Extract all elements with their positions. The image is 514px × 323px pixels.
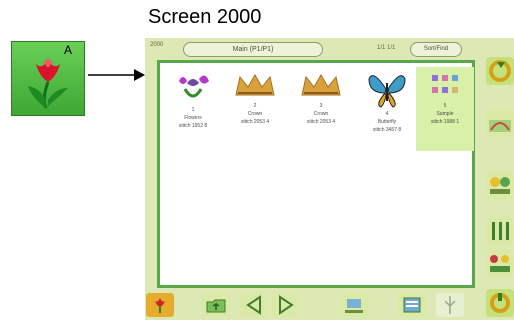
item-number: 4 <box>385 111 389 117</box>
flowers-design-icon <box>179 75 209 98</box>
item-name: Butterfly <box>377 119 397 125</box>
item-stitch: stitch 2053 4 <box>240 119 270 125</box>
sort-button[interactable]: Sort/Find <box>410 42 462 57</box>
side-thread-button[interactable] <box>485 216 514 246</box>
refresh-icon <box>486 57 514 85</box>
side-refresh-button[interactable] <box>485 56 514 86</box>
move-icon <box>340 293 368 317</box>
item-number: 2 <box>253 103 257 109</box>
top-bar: 2000 Main (P1/P1) 1/1 1/1 Sort/Find <box>145 38 485 60</box>
screen-2000: 2000 Main (P1/P1) 1/1 1/1 Sort/Find 1 Fl… <box>145 38 514 320</box>
item-name: Flowers <box>184 115 202 121</box>
item-number: 3 <box>319 103 323 109</box>
item-stitch: stitch 1988 1 <box>430 119 460 125</box>
design-list: 1 Flowers stitch 1952 8 2 Crown stitch 2… <box>157 60 475 288</box>
settings-icon <box>486 289 514 317</box>
next-page-icon <box>272 293 300 317</box>
tulip-icon <box>146 293 174 317</box>
item-stitch: stitch 2053 4 <box>306 119 336 125</box>
design-item-sample[interactable]: 5 Sample stitch 1988 1 <box>416 67 474 151</box>
item-number: 1 <box>191 107 195 113</box>
bottom-prev-page-button[interactable] <box>239 292 269 318</box>
screen-caption: Screen 2000 <box>148 6 262 28</box>
design-item-crown-1[interactable]: 2 Crown stitch 2053 4 <box>226 67 284 151</box>
bottom-tulip-button[interactable] <box>145 292 175 318</box>
callout-letter: A <box>64 43 73 57</box>
bottom-next-page-button[interactable] <box>271 292 301 318</box>
side-palette-button[interactable] <box>485 248 514 278</box>
embroidery-icon <box>486 171 514 199</box>
design-info-icon <box>486 109 514 137</box>
design-item-crown-2[interactable]: 3 Crown stitch 2053 4 <box>292 67 350 151</box>
prev-page-icon <box>240 293 268 317</box>
bottom-menu-button[interactable] <box>397 292 427 318</box>
item-stitch: stitch 1952 8 <box>178 123 208 129</box>
design-item-butterfly[interactable]: 4 Butterfly stitch 3457 8 <box>358 67 416 151</box>
bottom-up-folder-button[interactable] <box>201 292 231 318</box>
side-design-info-button[interactable] <box>485 108 514 138</box>
folder-title: Main (P1/P1) <box>183 42 323 57</box>
palette-icon <box>486 249 514 277</box>
item-name: Crown <box>313 111 329 117</box>
sample-design-icon <box>432 75 458 93</box>
callout-tulip-button[interactable] <box>11 41 85 116</box>
thread-icon <box>486 217 514 245</box>
item-stitch: stitch 3457 8 <box>372 127 402 133</box>
tulip-icon <box>28 59 68 109</box>
item-name: Crown <box>247 111 263 117</box>
screen-code: 2000 <box>150 42 164 48</box>
tree-icon <box>436 293 464 317</box>
crown-design-icon <box>235 74 275 96</box>
item-number: 5 <box>443 103 447 109</box>
bottom-tree-button[interactable] <box>435 292 465 318</box>
bottom-move-button[interactable] <box>339 292 369 318</box>
side-embroidery-button[interactable] <box>485 170 514 200</box>
design-item-flowers[interactable]: 1 Flowers stitch 1952 8 <box>164 67 222 151</box>
page-info: 1/1 1/1 <box>377 45 396 51</box>
butterfly-design-icon <box>368 75 406 108</box>
crown-design-icon <box>301 74 341 96</box>
up-folder-icon <box>202 293 230 317</box>
pointer-arrow <box>88 69 145 81</box>
menu-icon <box>398 293 426 317</box>
item-name: Sample <box>436 111 454 117</box>
side-settings-button[interactable] <box>485 288 514 318</box>
